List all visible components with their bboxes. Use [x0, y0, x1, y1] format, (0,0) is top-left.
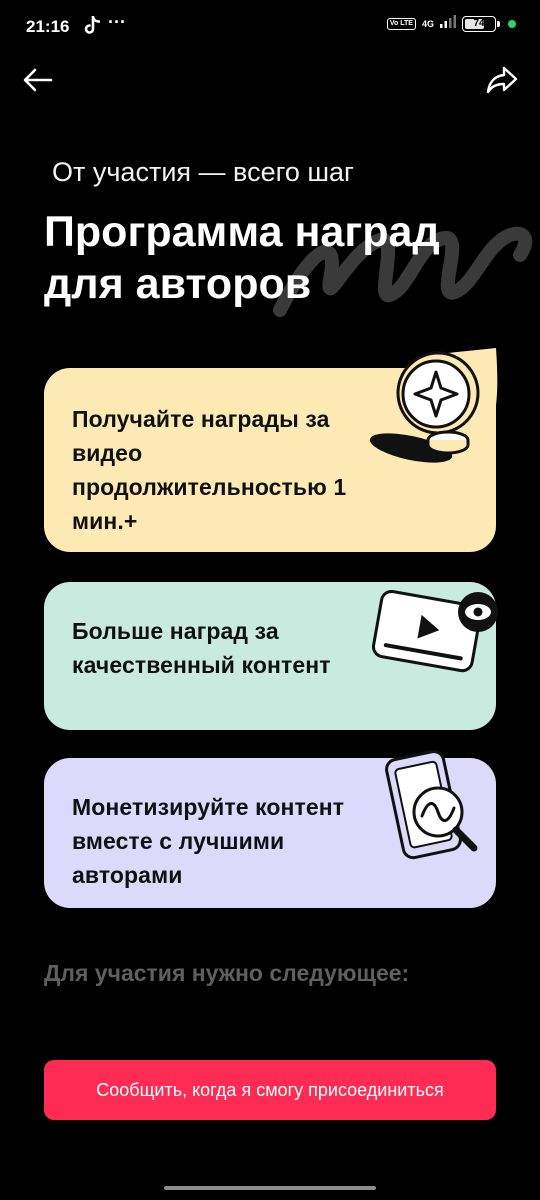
status-indicators: Vo LTE 4G 74	[386, 14, 516, 33]
benefit-card-monetize: Монетизируйте контент вместе с лучшими а…	[44, 750, 496, 908]
benefit-card-quality-content: Больше наград за качественный контент	[44, 582, 498, 730]
battery-level: 74	[473, 18, 485, 29]
battery-indicator: 74	[462, 15, 500, 32]
back-button[interactable]	[16, 60, 60, 104]
arrow-left-icon	[23, 68, 53, 97]
more-notifications-indicator: ···	[108, 12, 126, 32]
status-bar: 21:16 ··· Vo LTE 4G 74	[0, 0, 540, 56]
page-title: Программа наград для авторов	[44, 208, 440, 308]
requirements-heading: Для участия нужно следующее:	[44, 960, 410, 986]
signal-icon	[440, 14, 456, 33]
share-arrow-icon	[486, 66, 518, 99]
benefit-text: Больше наград за качественный контент	[72, 618, 331, 678]
status-time: 21:16	[26, 17, 70, 36]
volte-indicator: Vo LTE	[386, 17, 416, 30]
network-type: 4G	[421, 18, 434, 29]
video-player-eye-icon	[366, 586, 501, 691]
benefit-card-long-videos: Получайте награды за видео продолжительн…	[44, 348, 498, 552]
notify-when-eligible-button[interactable]: Сообщить, когда я смогу присоединиться	[44, 1060, 496, 1120]
home-indicator[interactable]	[164, 1186, 376, 1190]
benefit-text: Получайте награды за видео продолжительн…	[72, 406, 347, 534]
page-subtitle: От участия — всего шаг	[52, 157, 354, 187]
privacy-indicator-dot	[508, 19, 516, 28]
phone-magnifier-chart-icon	[376, 742, 496, 877]
star-coin-icon	[366, 348, 506, 473]
share-button[interactable]	[480, 60, 524, 104]
benefit-text: Монетизируйте контент вместе с лучшими а…	[72, 794, 345, 888]
tiktok-icon	[84, 15, 101, 41]
